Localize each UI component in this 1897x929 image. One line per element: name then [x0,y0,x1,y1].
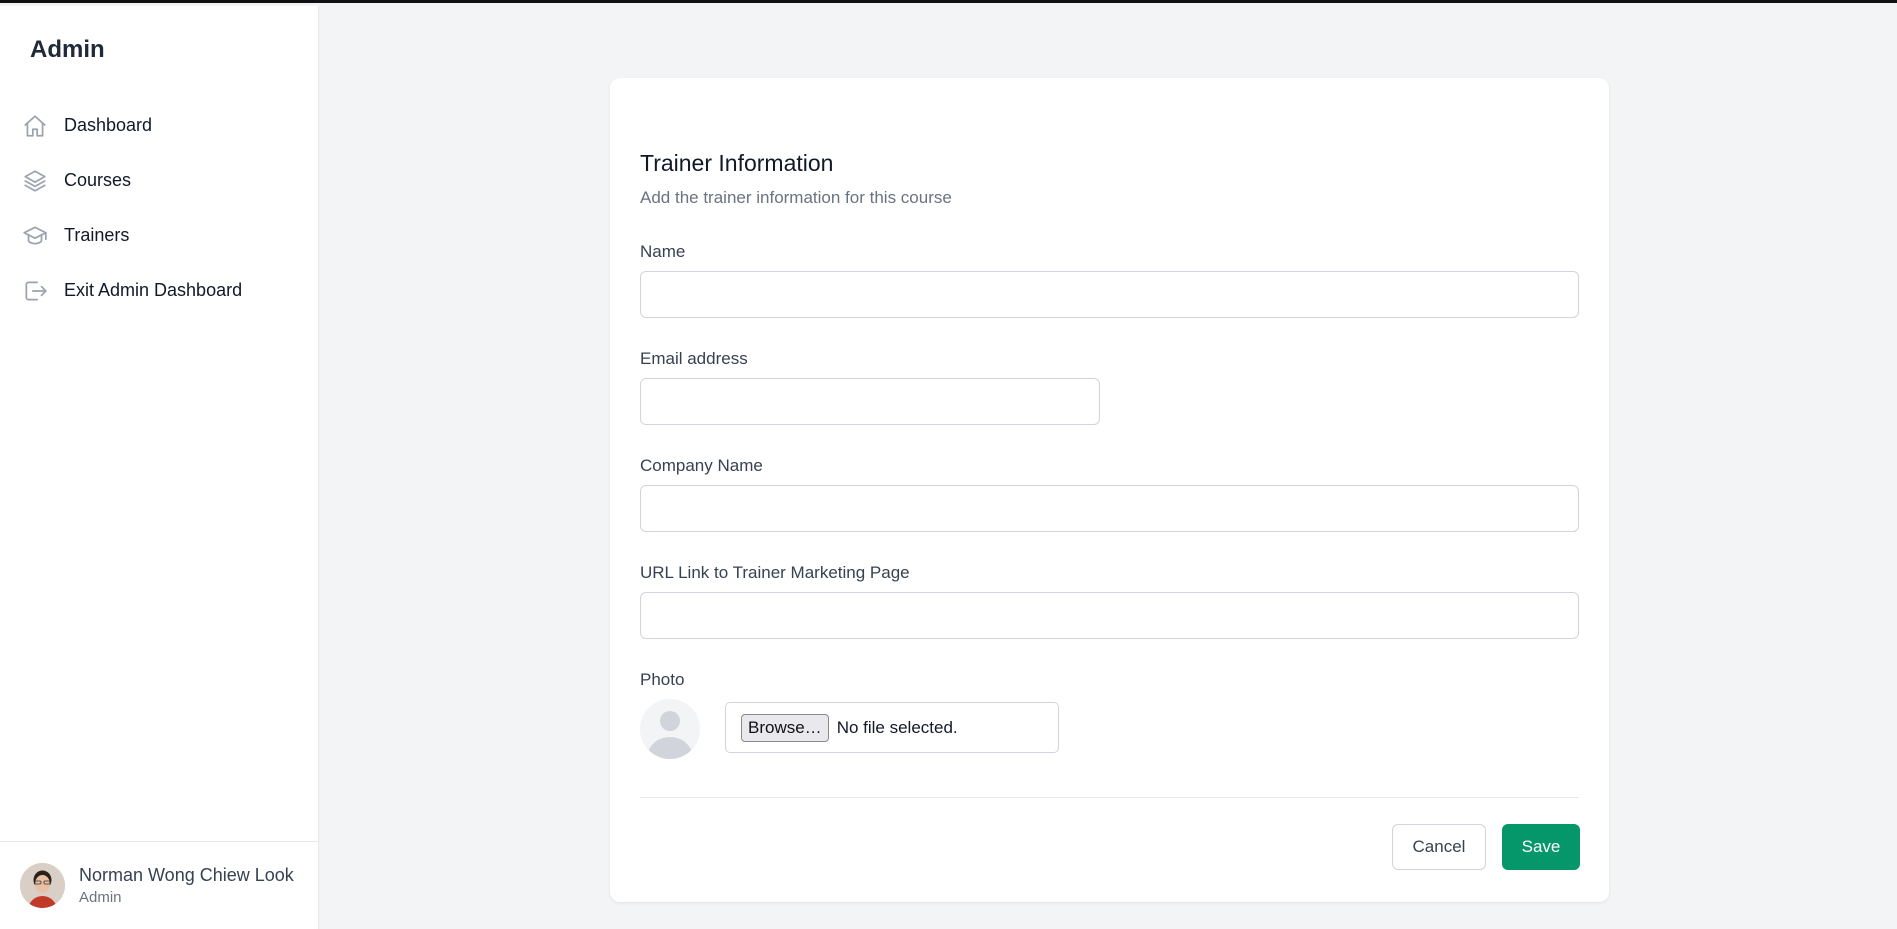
file-status: No file selected. [836,717,958,737]
browse-button[interactable]: Browse… [741,713,829,742]
sidebar-item-exit-admin[interactable]: Exit Admin Dashboard [0,263,319,318]
logout-icon [22,278,48,304]
trainer-form-card: Trainer Information Add the trainer info… [610,78,1609,902]
page-title: Trainer Information [640,150,834,176]
sidebar-item-dashboard[interactable]: Dashboard [0,98,319,153]
brand-title: Admin [30,36,105,63]
page-subtitle: Add the trainer information for this cou… [640,188,952,207]
sidebar-item-label: Dashboard [64,115,153,135]
avatar [20,863,65,908]
url-label: URL Link to Trainer Marketing Page [640,563,910,582]
save-button[interactable]: Save [1502,824,1580,870]
sidebar-item-label: Courses [64,170,132,190]
email-field[interactable] [640,378,1100,425]
photo-file-input[interactable]: Browse… No file selected. [725,702,1059,753]
sidebar-item-label: Exit Admin Dashboard [64,280,243,300]
email-label: Email address [640,349,748,368]
url-field[interactable] [640,592,1579,639]
sidebar: Admin Dashboard Courses Trainers Exit Ad… [0,6,319,929]
photo-placeholder-icon [640,699,700,759]
user-profile[interactable]: Norman Wong Chiew Look Admin [0,841,319,929]
name-field[interactable] [640,271,1579,318]
name-label: Name [640,242,686,261]
graduation-cap-icon [22,223,48,249]
sidebar-item-trainers[interactable]: Trainers [0,208,319,263]
divider [640,797,1579,798]
sidebar-nav: Dashboard Courses Trainers Exit Admin Da… [0,98,319,318]
company-name-field[interactable] [640,485,1579,532]
layers-icon [22,168,48,194]
photo-label: Photo [640,670,685,689]
sidebar-item-label: Trainers [64,225,130,245]
company-name-label: Company Name [640,456,763,475]
profile-role: Admin [79,888,122,906]
sidebar-item-courses[interactable]: Courses [0,153,319,208]
home-icon [22,113,48,139]
profile-name: Norman Wong Chiew Look [79,864,294,885]
cancel-button[interactable]: Cancel [1392,824,1486,870]
